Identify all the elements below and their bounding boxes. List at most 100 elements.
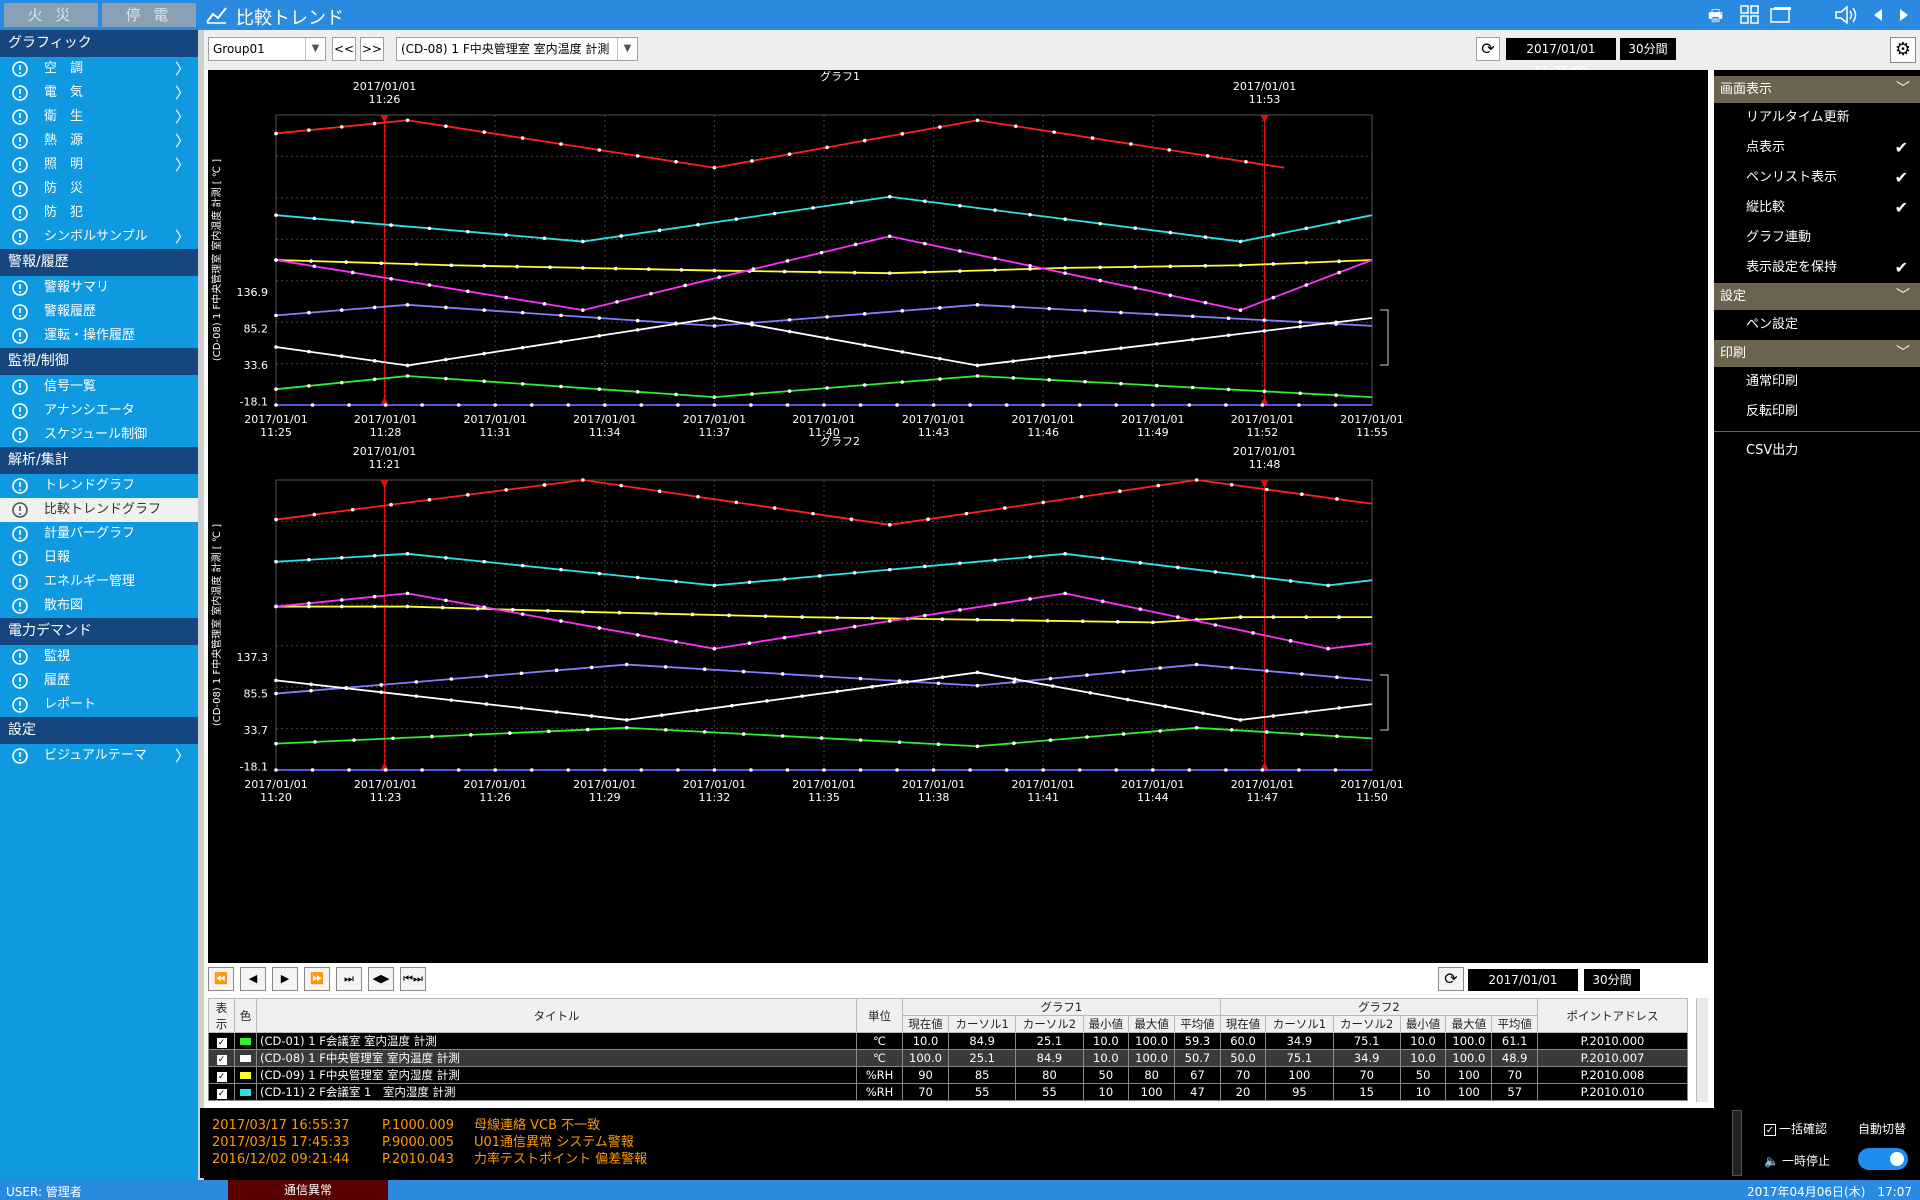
playback-button[interactable]: ⏩ [304, 967, 330, 991]
sidebar-item[interactable]: 計量バーグラフ [0, 522, 198, 546]
grid-layout-icon[interactable] [1740, 5, 1760, 25]
prev-point-button[interactable]: << [332, 37, 356, 61]
data-point [717, 275, 722, 280]
table-scrollbar[interactable] [1696, 998, 1708, 1102]
back-icon[interactable] [1872, 8, 1884, 22]
group-select[interactable]: Group01 ▼ [208, 37, 326, 61]
window-icon[interactable] [1770, 6, 1792, 24]
sidebar-item[interactable]: 警報サマリ [0, 276, 198, 300]
data-point [444, 555, 448, 560]
x-tick-time: 11:23 [370, 791, 402, 804]
refresh-button[interactable]: ⟳ [1476, 37, 1500, 61]
alarm-row[interactable]: 2017/03/15 17:45:33 P.9000.005 U01通信異常 システ… [212, 1131, 634, 1150]
ctrl-datetime-display[interactable]: 2017/01/01 11:20:000 [1468, 969, 1578, 1009]
alarm-row[interactable]: 2016/12/02 09:21:44 P.2010.043 力率テストポイント 偏… [212, 1148, 647, 1167]
panel-option[interactable]: 通常印刷 [1714, 367, 1920, 397]
alert-list-icon [12, 304, 28, 320]
datetime-display[interactable]: 2017/01/01 11:25:00 [1506, 38, 1616, 78]
table-row[interactable]: ✓ (CD-11) 2 F会議室 1 室内湿度 計測 %RH 70 55 55 10 100 4… [208, 1083, 1688, 1101]
sidebar-item[interactable]: 信号一覧 [0, 375, 198, 399]
x-tick-time: 11:44 [1137, 791, 1169, 804]
print-icon[interactable]: 🖶 [1708, 5, 1723, 32]
table-row[interactable]: ✓ (CD-09) 1 F中央管理室 室内湿度 計測 %RH 90 85 80 50 80 67… [208, 1066, 1688, 1084]
data-point [734, 500, 739, 505]
cursor-top-marker[interactable] [1260, 480, 1269, 488]
show-checkbox[interactable]: ✓ [208, 1083, 235, 1101]
auto-switch-toggle[interactable] [1858, 1148, 1908, 1170]
table-row[interactable]: ✓ (CD-01) 1 F会議室 室内温度 計測 ℃ 10.0 84.9 25.1 10.0… [208, 1032, 1688, 1050]
g1-value: 90 [901, 1066, 950, 1084]
point-select[interactable]: (CD-08) 1 F中央管理室 室内温度 計測 ▼ [396, 37, 638, 61]
chevron-right-icon: 〉 [174, 228, 190, 246]
panel-section-header[interactable]: 画面表示 ﹀ [1714, 76, 1920, 103]
sidebar-item[interactable]: ビジュアルテーマ 〉 [0, 744, 198, 768]
speaker-icon[interactable] [1834, 5, 1858, 25]
comm-error-badge[interactable]: 通信異常 [228, 1180, 388, 1200]
sidebar-item[interactable]: 比較トレンドグラフ [0, 498, 198, 522]
cursor-top-marker[interactable] [380, 480, 389, 488]
refresh-icon[interactable]: ⟳ [1438, 967, 1464, 991]
panel-option[interactable]: 表示設定を保持 ✔ [1714, 253, 1920, 283]
show-checkbox[interactable]: ✓ [208, 1049, 235, 1067]
playback-button[interactable]: ▶ [272, 967, 298, 991]
data-point [307, 557, 311, 562]
sidebar-item[interactable]: シンボルサンプル 〉 [0, 225, 198, 249]
sidebar-item[interactable]: レポート [0, 693, 198, 717]
g1-value: 80 [1128, 1066, 1176, 1084]
sidebar-item[interactable]: 警報履歴 [0, 300, 198, 324]
alarm-row[interactable]: 2017/03/17 16:55:37 P.1000.009 母線連絡 VCB 不一… [212, 1114, 600, 1133]
gear-icon[interactable]: ⚙ [1890, 37, 1916, 63]
sidebar-item[interactable]: 散布図 [0, 594, 198, 618]
trend-graph-1[interactable]: グラフ1 136.9 85.2 33.6 -18.1 (CD-08) 1 F中央管理室 室… [210, 70, 1404, 439]
sidebar-item[interactable]: 日報 [0, 546, 198, 570]
sidebar-item[interactable]: 照 明 〉 [0, 153, 198, 177]
alarm-scrollbar[interactable] [1732, 1110, 1742, 1176]
sidebar-item[interactable]: 監視 [0, 645, 198, 669]
csv-export-button[interactable]: CSV出力 [1714, 436, 1920, 466]
sidebar-item[interactable]: 防 犯 [0, 201, 198, 225]
panel-option[interactable]: 縦比較 ✔ [1714, 193, 1920, 223]
ctrl-span-display[interactable]: 30分間 [1584, 969, 1640, 991]
sidebar-item[interactable]: 運転・操作履歴 [0, 324, 198, 348]
sidebar-item[interactable]: アナンシエータ [0, 399, 198, 423]
data-point [1121, 732, 1126, 736]
data-point [529, 768, 534, 772]
panel-option[interactable]: 点表示 ✔ [1714, 133, 1920, 163]
panel-option[interactable]: グラフ連動 [1714, 223, 1920, 253]
sidebar-item[interactable]: 衛 生 〉 [0, 105, 198, 129]
panel-option[interactable]: 反転印刷 [1714, 397, 1920, 427]
show-checkbox[interactable]: ✓ [208, 1032, 235, 1050]
sidebar-item[interactable]: スケジュール制御 [0, 423, 198, 447]
panel-section-header[interactable]: 設定 ﹀ [1714, 283, 1920, 310]
trend-charts[interactable]: グラフ1 136.9 85.2 33.6 -18.1 (CD-08) 1 F中央管理室 室… [208, 70, 1708, 995]
trend-graph-2[interactable]: グラフ2 137.3 85.5 33.7 -18.1 (CD-08) 1 F中央管理室 室… [210, 434, 1404, 804]
fire-alarm-button[interactable]: 火 災 [4, 3, 98, 27]
sidebar-item[interactable]: エネルギー管理 [0, 570, 198, 594]
table-row[interactable]: ✓ (CD-08) 1 F中央管理室 室内温度 計測 ℃ 100.0 25.1 84.9 1… [208, 1049, 1688, 1067]
playback-button[interactable]: ◀ [240, 967, 266, 991]
sidebar-item[interactable]: トレンドグラフ [0, 474, 198, 498]
panel-option[interactable]: リアルタイム更新 [1714, 103, 1920, 133]
forward-icon[interactable] [1898, 8, 1910, 22]
sidebar-item[interactable]: 履歴 [0, 669, 198, 693]
data-point [1063, 266, 1067, 270]
pause-button[interactable]: 🔈 一時停止 [1764, 1152, 1830, 1169]
playback-button[interactable]: ⏪ [208, 967, 234, 991]
panel-section-header[interactable]: 印刷 ﹀ [1714, 340, 1920, 367]
panel-option[interactable]: ペン設定 [1714, 310, 1920, 340]
sidebar-item[interactable]: 防 災 [0, 177, 198, 201]
playback-button[interactable]: ⏮⏭ [400, 967, 426, 991]
span-display[interactable]: 30分間 [1620, 38, 1676, 60]
sidebar-item[interactable]: 空 調 〉 [0, 57, 198, 81]
bulk-ack-button[interactable]: ✓ 一括確認 [1764, 1120, 1827, 1137]
playback-button[interactable]: ⏭ [336, 967, 362, 991]
data-point [456, 768, 461, 772]
power-outage-button[interactable]: 停 電 [102, 3, 196, 27]
playback-button[interactable]: ◀▶ [368, 967, 394, 991]
next-point-button[interactable]: >> [360, 37, 384, 61]
sidebar-item[interactable]: 電 気 〉 [0, 81, 198, 105]
panel-option[interactable]: ペンリスト表示 ✔ [1714, 163, 1920, 193]
sidebar-item[interactable]: 熱 源 〉 [0, 129, 198, 153]
show-checkbox[interactable]: ✓ [208, 1066, 235, 1084]
cursor-top-marker[interactable] [1260, 115, 1269, 123]
